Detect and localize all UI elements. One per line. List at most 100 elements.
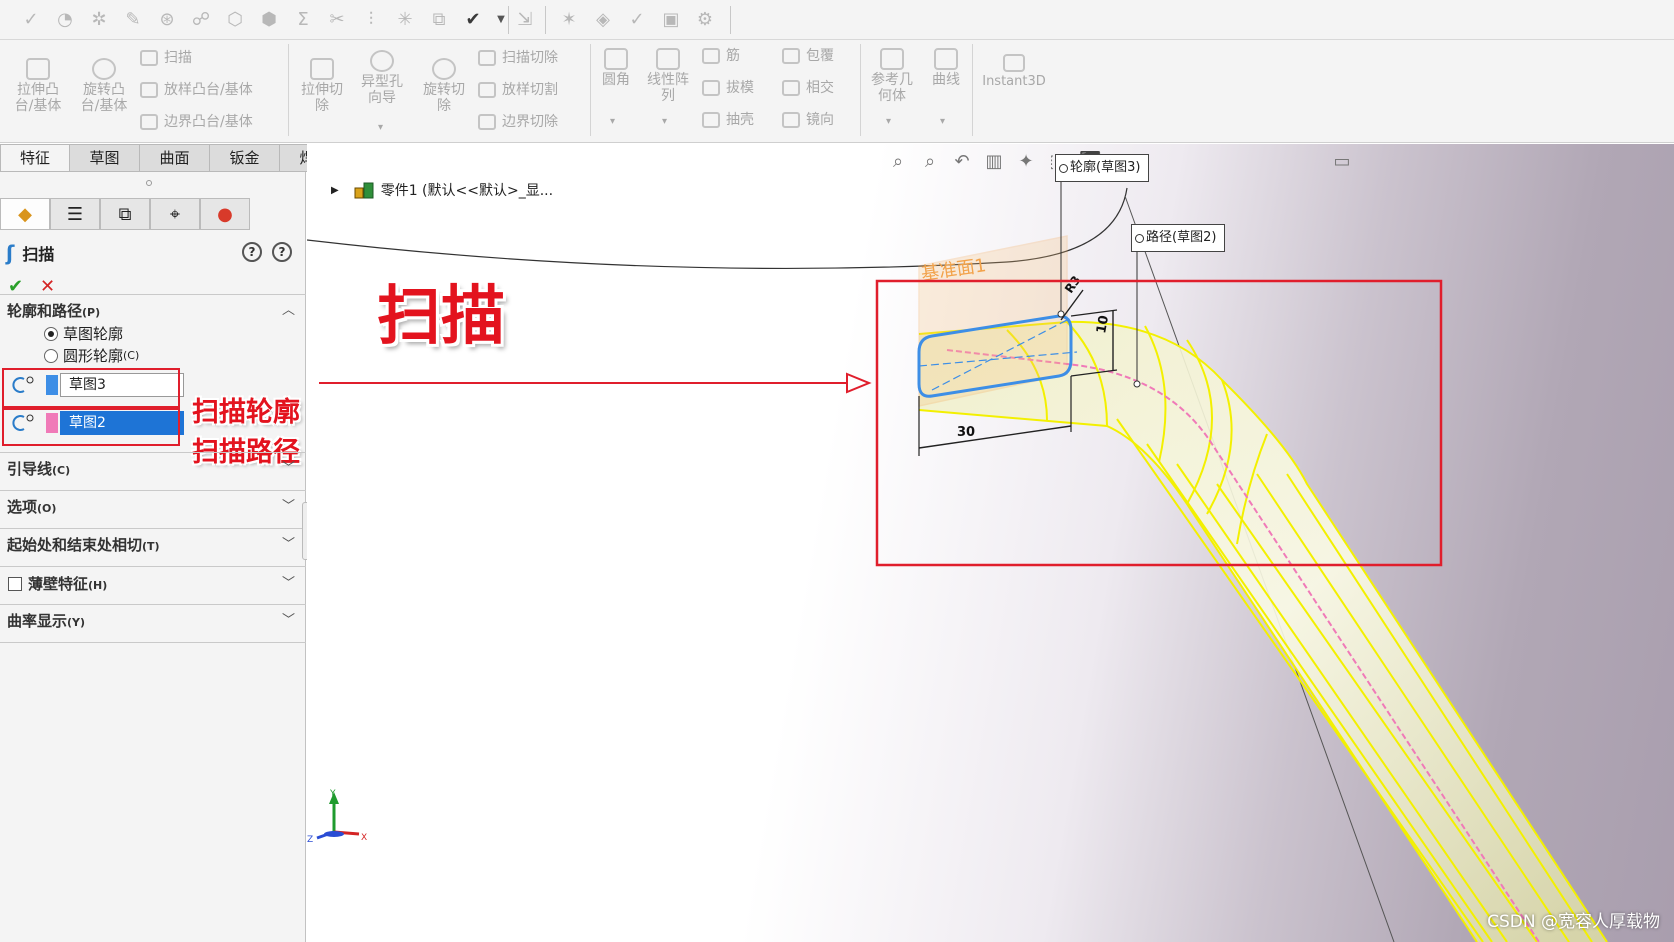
mirror-button[interactable]: 镜向 (782, 108, 834, 132)
arrow-icon (846, 372, 872, 394)
wrap-button[interactable]: 包覆 (782, 44, 834, 68)
whats-wrong-icon[interactable]: ? (242, 242, 262, 262)
sketch-icon[interactable]: ✎ (122, 9, 144, 31)
dimension-10[interactable]: 10 (1094, 314, 1112, 334)
feature-tree-icon: ◆ (18, 203, 32, 225)
boundary-cut-button[interactable]: 边界切除 (478, 110, 558, 134)
sum-icon[interactable]: Σ (292, 9, 314, 31)
constraint-icon[interactable]: ☍ (190, 9, 212, 31)
rapid-sketch-icon[interactable]: ◈ (592, 9, 614, 31)
chevron-down-icon[interactable]: ▾ (662, 116, 667, 127)
revolve-boss-button[interactable]: 旋转凸 台/基体 (76, 58, 132, 114)
copy-icon[interactable]: ⧉ (428, 9, 450, 31)
configuration-manager-tab[interactable]: ⧉ (100, 198, 150, 230)
radio-sketch-profile[interactable]: 草图轮廓 (44, 324, 123, 344)
profile-callout[interactable]: 轮廓(草图3) (1055, 154, 1150, 182)
trim-icon[interactable]: ✂ (326, 9, 348, 31)
instant3d-icon (1003, 54, 1025, 72)
section-options[interactable]: 选项(O) ﹀ (7, 496, 297, 518)
extrude-cut-icon (310, 58, 334, 80)
pattern-icon[interactable]: ✳ (394, 9, 416, 31)
repair-icon[interactable]: ✶ (558, 9, 580, 31)
loft-boss-button[interactable]: 放样凸台/基体 (140, 78, 253, 102)
mirror-icon[interactable]: ⫶ (360, 9, 382, 31)
watermark: CSDN @宽容人厚载物 (1487, 912, 1660, 932)
exit-sketch-icon[interactable]: ⇲ (514, 9, 536, 31)
section-view-icon[interactable]: ▥ (983, 151, 1005, 173)
zoom-to-area-icon[interactable]: ⌕ (919, 151, 941, 173)
draft-icon (702, 80, 720, 96)
thin-feature-checkbox[interactable] (8, 577, 22, 591)
tab-surfaces[interactable]: 曲面 (140, 144, 210, 172)
part-icon (354, 182, 374, 199)
chevron-down-icon[interactable]: ▾ (886, 116, 891, 127)
list-icon: ☰ (66, 203, 84, 225)
cube-icon[interactable]: ⬡ (224, 9, 246, 31)
intersect-button[interactable]: 相交 (782, 76, 834, 100)
help-icon[interactable]: ? (272, 242, 292, 262)
hexagon-icon[interactable]: ⬢ (258, 9, 280, 31)
dimension-30[interactable]: 30 (957, 425, 975, 440)
previous-view-icon[interactable]: ↶ (951, 151, 973, 173)
loft-cut-button[interactable]: 放样切割 (478, 78, 558, 102)
dynamic-annotation-icon[interactable]: ✦ (1015, 151, 1037, 173)
rib-button[interactable]: 筋 (702, 44, 740, 68)
section-start-end-tangency[interactable]: 起始处和结束处相切(T) ﹀ (7, 534, 297, 556)
property-manager-tab[interactable]: ☰ (50, 198, 100, 230)
section-guide-curves[interactable]: 引导线(C) ﹀ (7, 458, 297, 480)
extrude-cut-button[interactable]: 拉伸切 除 (294, 58, 350, 114)
section-curvature-display[interactable]: 曲率显示(Y) ﹀ (7, 610, 297, 632)
tree-part-label: 零件1 (默认<<默认>_显... (380, 183, 554, 199)
feature-manager-tab[interactable]: ◆ (0, 198, 50, 230)
extrude-boss-button[interactable]: 拉伸凸 台/基体 (10, 58, 66, 114)
chevron-down-icon[interactable]: ▾ (610, 116, 615, 127)
feature-tree-flyout[interactable]: ▶ 零件1 (默认<<默认>_显... (331, 180, 553, 200)
zoom-to-fit-icon[interactable]: ⌕ (887, 151, 909, 173)
chevron-down-icon[interactable]: ﹀ (282, 534, 295, 556)
chevron-up-icon[interactable]: ︿ (282, 300, 295, 322)
draft-button[interactable]: 拔模 (702, 76, 754, 100)
boundary-boss-button[interactable]: 边界凸台/基体 (140, 110, 253, 134)
tab-sketch[interactable]: 草图 (70, 144, 140, 172)
expand-arrow-icon[interactable]: ▶ (331, 185, 339, 196)
hole-wizard-button[interactable]: 异型孔 向导 (352, 50, 412, 106)
view-icon[interactable]: ◔ (54, 9, 76, 31)
shell-button[interactable]: 抽壳 (702, 108, 754, 132)
chevron-down-icon[interactable]: ▾ (378, 122, 383, 133)
radio-circular-profile[interactable]: 圆形轮廓 (C) (44, 346, 139, 366)
dimxpert-manager-tab[interactable]: ⌖ (150, 198, 200, 230)
section-profile-path[interactable]: 轮廓和路径(P) ︿ (7, 300, 297, 322)
loft-icon (140, 82, 158, 98)
radio-checked-icon (44, 327, 58, 341)
path-callout[interactable]: 路径(草图2) (1131, 224, 1226, 252)
dimension-line-30[interactable] (918, 425, 1072, 449)
chevron-down-icon[interactable]: ﹀ (282, 458, 295, 480)
linear-pattern-button[interactable]: 线性阵 列 (640, 48, 696, 104)
graphics-viewport[interactable]: 基准面1 30 10 R3 Y X Z ▶ 零件1 (默认<<默认>_显... … (307, 144, 1674, 942)
sweep-button[interactable]: 扫描 (140, 46, 192, 70)
check-dropdown-icon[interactable]: ✔ (462, 9, 484, 31)
curves-button[interactable]: 曲线 (924, 48, 968, 88)
spell-check-icon[interactable]: ✓ (20, 9, 42, 31)
monitor-icon[interactable]: ▭ (1331, 151, 1353, 173)
display-manager-tab[interactable]: ● (200, 198, 250, 230)
reference-geometry-button[interactable]: 参考几 何体 (864, 48, 920, 104)
chevron-down-icon[interactable]: ﹀ (282, 573, 295, 595)
tab-sheet-metal[interactable]: 钣金 (210, 144, 280, 172)
confirm-icon[interactable]: ✓ (626, 9, 648, 31)
chevron-down-icon[interactable]: ﹀ (282, 496, 295, 518)
fillet-button[interactable]: 圆角 (596, 48, 636, 88)
layers-icon[interactable]: ▣ (660, 9, 682, 31)
evaluate-icon[interactable]: ✲ (88, 9, 110, 31)
tab-features[interactable]: 特征 (0, 144, 70, 172)
dimension-icon[interactable]: ⊛ (156, 9, 178, 31)
chevron-down-icon[interactable]: ▾ (940, 116, 945, 127)
instant3d-button[interactable]: Instant3D (976, 54, 1052, 90)
sweep-preview (919, 321, 1607, 942)
gear-icon[interactable]: ⚙ (694, 9, 716, 31)
panel-grip[interactable] (146, 180, 152, 186)
revolve-cut-button[interactable]: 旋转切 除 (414, 58, 474, 114)
section-thin-feature[interactable]: 薄壁特征(H) ﹀ (28, 573, 297, 595)
chevron-down-icon[interactable]: ﹀ (282, 610, 295, 632)
sweep-cut-button[interactable]: 扫描切除 (478, 46, 558, 70)
